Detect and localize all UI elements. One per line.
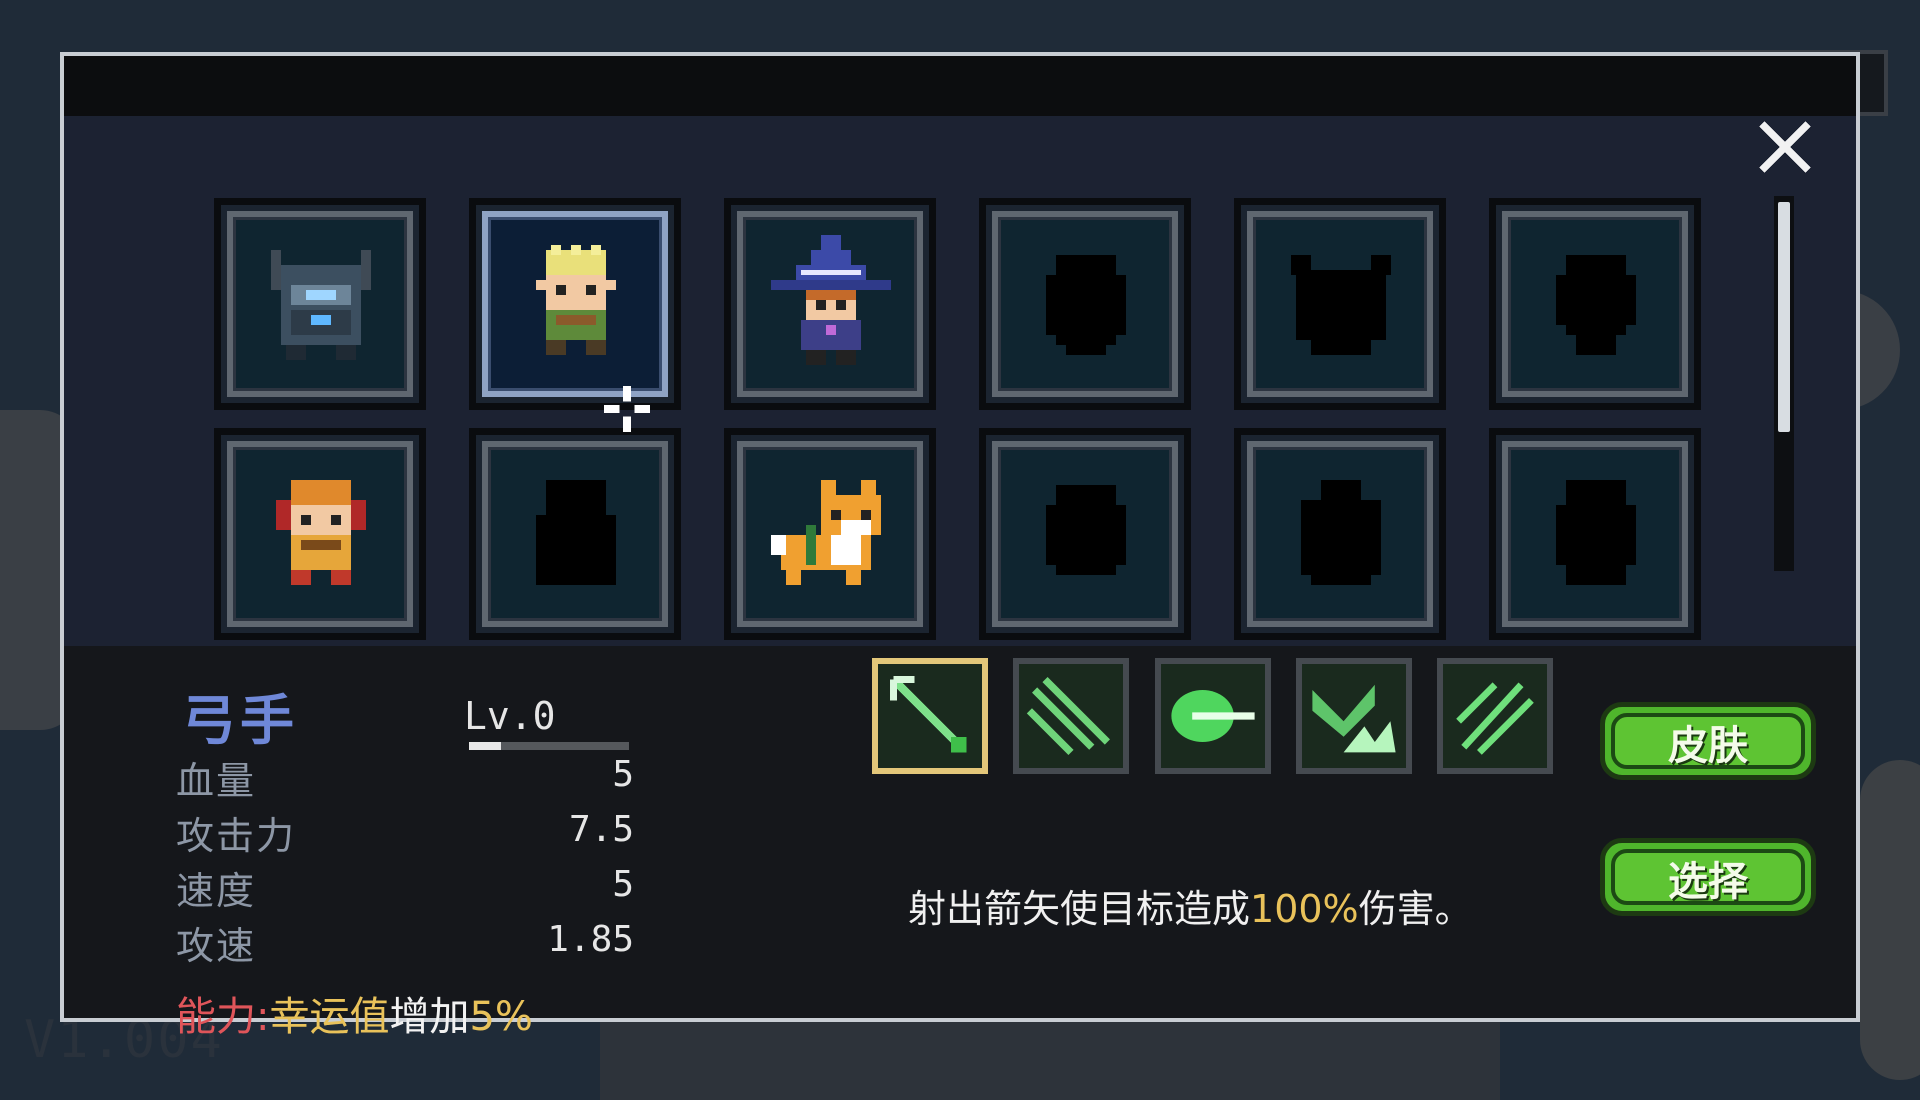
skill-description-after: 伤害。	[1358, 887, 1473, 931]
ability-name: 幸运值	[269, 994, 390, 1040]
green-blast-icon	[1161, 664, 1265, 768]
select-button-label: 选择	[1668, 859, 1748, 905]
skill-description-before: 射出箭矢使目标造成	[908, 887, 1251, 931]
locked-silhouette-icon	[1046, 255, 1126, 355]
stat-value-attack: 7.5	[568, 809, 634, 850]
skin-button-label: 皮肤	[1668, 723, 1748, 769]
knight-icon	[271, 250, 371, 360]
skill-description-highlight: 100%	[1250, 887, 1359, 931]
close-icon[interactable]	[1756, 118, 1814, 176]
ground-spike-icon	[1302, 664, 1406, 768]
character-slot-locked[interactable]	[1489, 428, 1701, 640]
stat-label-hp: 血量	[176, 759, 257, 803]
character-select-panel: 弓手 Lv.0 血量 5 攻击力 7.5 速度 5 攻速 1.85 能力:幸运值…	[60, 52, 1860, 1040]
archer-icon	[536, 245, 616, 355]
stat-value-speed: 5	[612, 864, 634, 905]
locked-silhouette-icon	[1556, 255, 1636, 355]
level-progress-bar	[469, 742, 629, 750]
stat-label-attack: 攻击力	[176, 814, 297, 858]
ability-text: 能力:幸运值增加5%	[176, 984, 533, 1042]
stat-label-attack-speed: 攻速	[176, 924, 257, 968]
arrow-rain-icon	[1443, 664, 1547, 768]
skill-slot-multi-arrow[interactable]	[1013, 658, 1129, 774]
select-button[interactable]: 选择	[1600, 838, 1816, 916]
ability-prefix: 能力:	[176, 994, 270, 1040]
character-level: Lv.0	[464, 694, 556, 738]
character-slot-locked[interactable]	[1234, 198, 1446, 410]
stat-value-attack-speed: 1.85	[547, 919, 634, 960]
background-ground	[600, 1020, 1500, 1100]
stat-value-hp: 5	[612, 754, 634, 795]
background-ground	[1860, 760, 1920, 1080]
ability-amount: 5%	[469, 994, 533, 1040]
character-slot-archer[interactable]	[469, 198, 681, 410]
character-slot-locked[interactable]	[1234, 428, 1446, 640]
character-slot-locked[interactable]	[979, 198, 1191, 410]
locked-silhouette-icon	[1291, 255, 1391, 355]
character-grid	[64, 116, 1856, 646]
character-slot-locked[interactable]	[1489, 198, 1701, 410]
skill-slot-arrow-rain[interactable]	[1437, 658, 1553, 774]
character-name: 弓手	[182, 689, 298, 752]
ability-verb: 增加	[389, 994, 470, 1040]
locked-silhouette-icon	[1301, 480, 1381, 585]
skill-description: 射出箭矢使目标造成100%伤害。	[908, 878, 1473, 933]
character-slot-engineer[interactable]	[214, 428, 426, 640]
engineer-icon	[276, 480, 366, 585]
locked-silhouette-icon	[536, 480, 616, 585]
skill-slot-green-blast[interactable]	[1155, 658, 1271, 774]
skin-button[interactable]: 皮肤	[1600, 702, 1816, 780]
cursor-crosshair-icon	[604, 386, 650, 432]
character-slot-locked[interactable]	[469, 428, 681, 640]
skill-slot-ground-spike[interactable]	[1296, 658, 1412, 774]
scrollbar-thumb[interactable]	[1778, 202, 1790, 432]
level-progress-fill	[469, 742, 501, 750]
wizard-icon	[771, 235, 891, 365]
character-slot-wizard[interactable]	[724, 198, 936, 410]
character-slot-knight[interactable]	[214, 198, 426, 410]
locked-silhouette-icon	[1046, 485, 1126, 575]
panel-header	[64, 56, 1856, 116]
stat-label-speed: 速度	[176, 869, 257, 913]
grid-scrollbar[interactable]	[1774, 196, 1794, 571]
character-slot-locked[interactable]	[979, 428, 1191, 640]
multi-arrow-icon	[1019, 664, 1123, 768]
fox-icon	[771, 480, 881, 585]
arrow-icon	[878, 664, 982, 768]
locked-silhouette-icon	[1556, 480, 1636, 585]
skill-slot-arrow[interactable]	[872, 658, 988, 774]
character-slot-fox[interactable]	[724, 428, 936, 640]
